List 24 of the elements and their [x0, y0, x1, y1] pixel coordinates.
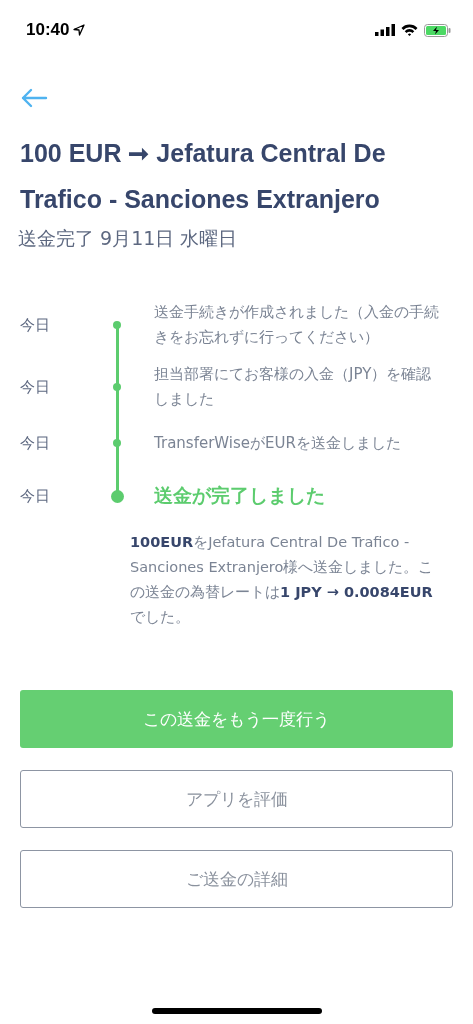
timeline-step-text: TransferWiseがEURを送金しました — [154, 432, 402, 454]
timeline-step-text: 担当部署にてお客様の入金（JPY）を確認しました — [154, 364, 433, 410]
timeline-dot — [110, 489, 124, 503]
battery-charging-icon — [424, 23, 451, 37]
location-arrow-icon — [73, 24, 86, 36]
wifi-icon — [401, 24, 418, 36]
timeline-dot — [113, 383, 121, 391]
timeline-step-text: 送金手続きが作成されました（入金の手続きをお忘れずに行ってください） — [154, 302, 440, 348]
timeline-date: 今日 — [20, 377, 51, 397]
timeline-date: 今日 — [20, 315, 51, 335]
repeat-transfer-button[interactable]: この送金をもう一度行う — [20, 690, 453, 748]
transfer-status-date: 送金完了 9月11日 水曜日 — [18, 226, 239, 251]
timeline-dot — [113, 321, 121, 329]
status-time: 10:40 — [26, 20, 70, 40]
back-arrow-icon[interactable] — [20, 88, 48, 108]
timeline-date: 今日 — [20, 486, 51, 506]
transfer-description: 100EURをJefatura Central De Trafico - Sanciones Extranjero様へ送金しました。この送金の為替レートは1 JPY → 0.0084EURでした。 — [130, 533, 435, 627]
timeline-date: 今日 — [20, 433, 51, 453]
secondary-button[interactable]: アプリを評価 — [20, 770, 453, 828]
timeline-final-status: 送金が完了しました — [154, 483, 326, 508]
transfer-title: 100 EUR ➞ Jefatura Central De Trafico - Sanciones Extranjero — [20, 138, 387, 215]
signal-icon — [375, 24, 395, 36]
timeline-dot — [113, 439, 121, 447]
secondary-button[interactable]: ご送金の詳細 — [20, 850, 453, 908]
